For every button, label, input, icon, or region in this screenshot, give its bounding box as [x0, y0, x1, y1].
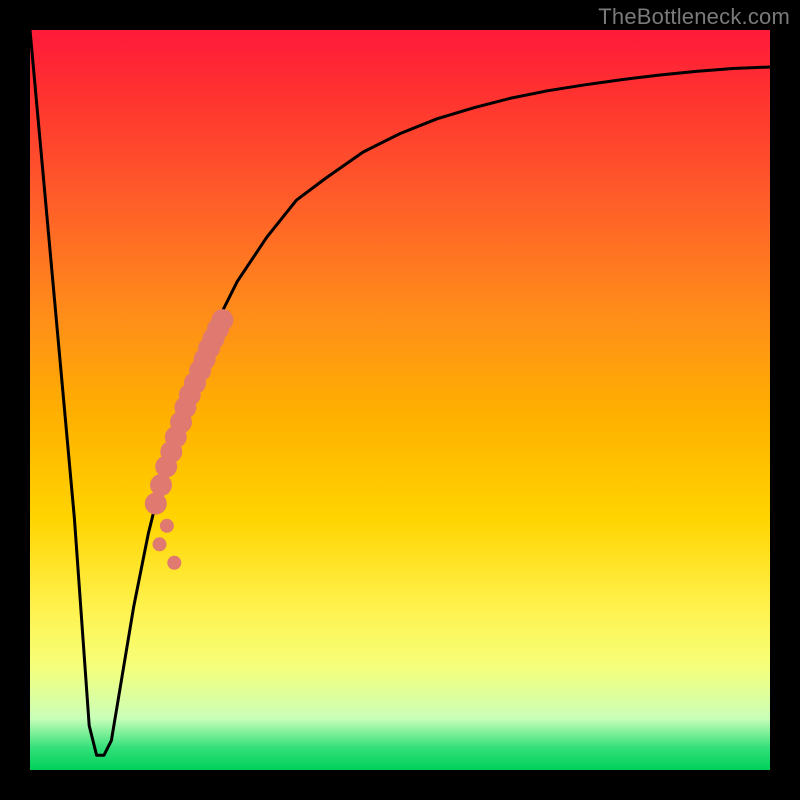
highlight-point — [167, 556, 181, 570]
highlighted-points — [145, 309, 234, 570]
curve-svg — [30, 30, 770, 770]
highlight-point — [150, 474, 172, 496]
plot-area — [30, 30, 770, 770]
highlight-point — [153, 537, 167, 551]
highlight-point — [145, 493, 167, 515]
highlight-point — [211, 309, 233, 331]
bottleneck-curve — [30, 30, 770, 755]
chart-frame: TheBottleneck.com — [0, 0, 800, 800]
highlight-point — [160, 519, 174, 533]
watermark-text: TheBottleneck.com — [598, 4, 790, 30]
